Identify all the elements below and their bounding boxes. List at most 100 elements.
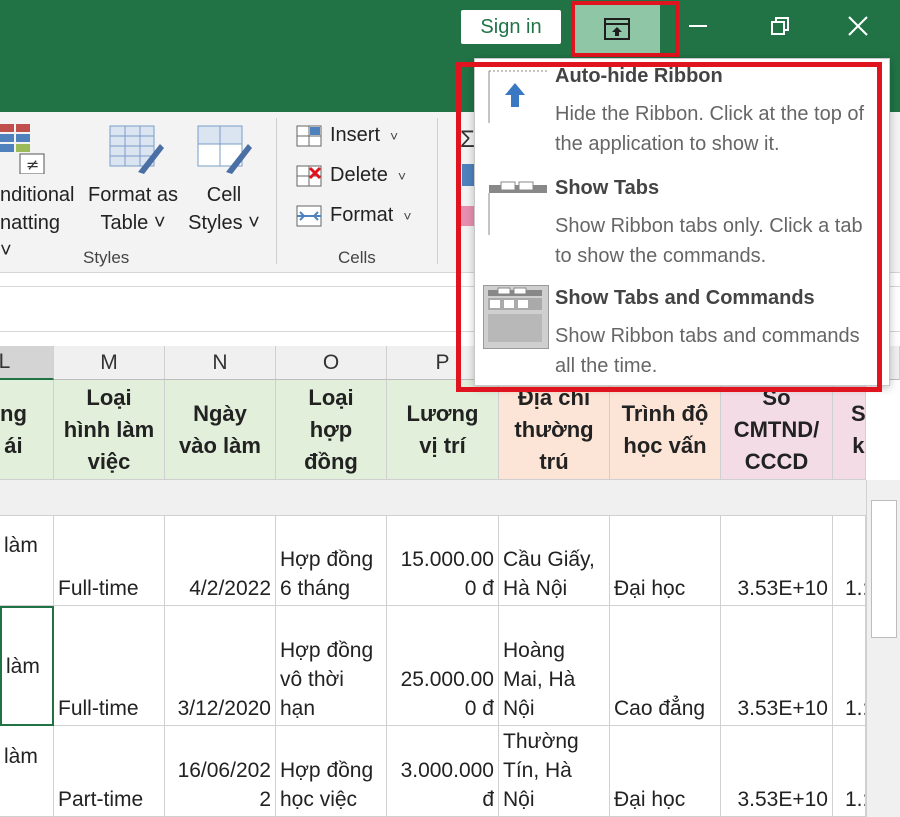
header-cell-Q[interactable]: Địa chỉ thường trú <box>499 380 610 480</box>
vertical-scrollbar[interactable] <box>866 480 900 817</box>
cell-text: Tín, Hà <box>503 759 572 782</box>
cell-styles-line2: Styles ˅ <box>188 212 260 234</box>
format-as-table-line2: Table ˅ <box>100 212 166 234</box>
cell-M3[interactable]: Part-time <box>54 726 165 817</box>
format-as-table-button[interactable]: Format as Table ˅ <box>82 181 184 237</box>
header-cell-O[interactable]: Loại hợp đồng <box>276 380 387 480</box>
cell-Q1[interactable]: Cầu Giấy, Hà Nội <box>499 516 610 606</box>
format-label: Format <box>330 204 394 226</box>
restore-icon <box>771 17 789 35</box>
column-header-N[interactable]: N <box>165 346 276 380</box>
cell-T2[interactable]: 1.: <box>833 606 866 726</box>
cell-O2[interactable]: Hợp đồng vô thời hạn <box>276 606 387 726</box>
cell-T1[interactable]: 1.: <box>833 516 866 606</box>
chevron-down-icon: ˅ <box>390 127 399 144</box>
cell-R1[interactable]: Đại học <box>610 516 721 606</box>
cell-P2[interactable]: 25.000.00 0 đ <box>387 606 499 726</box>
cell-text: 0 đ <box>464 697 494 720</box>
chevron-down-icon: ˅ <box>403 207 412 224</box>
column-letter: O <box>322 350 340 374</box>
cell-text: 6 tháng <box>280 577 351 600</box>
header-cell-M[interactable]: Loại hình làm việc <box>54 380 165 480</box>
minimize-icon <box>689 25 707 27</box>
styles-group-label: Styles <box>83 248 130 267</box>
cell-text: làm <box>4 744 38 768</box>
header-cell-S[interactable]: Số CMTND/CCCD <box>721 380 833 480</box>
column-letter: P <box>435 350 450 374</box>
cell-text: 0 đ <box>464 577 494 600</box>
cell-text: 4/2/2022 <box>189 577 271 600</box>
header-text: học vấn <box>623 432 707 458</box>
cell-O3[interactable]: Hợp đồng học việc <box>276 726 387 817</box>
cell-P3[interactable]: 3.000.000 đ <box>387 726 499 817</box>
header-text: Ngày <box>193 400 247 426</box>
cell-S2[interactable]: 3.53E+10 <box>721 606 833 726</box>
column-header-L[interactable]: L <box>0 346 54 380</box>
cell-text: Cầu Giấy, <box>503 548 595 571</box>
cell-text: Full-time <box>58 577 139 600</box>
cell-text: Hợp đồng <box>280 548 374 571</box>
close-button[interactable] <box>838 8 878 44</box>
header-text: CMTND/ <box>733 416 820 442</box>
format-as-table-icon <box>108 124 164 176</box>
cell-N2[interactable]: 3/12/2020 <box>165 606 276 726</box>
minimize-button[interactable] <box>678 8 718 44</box>
cell-S3[interactable]: 3.53E+10 <box>721 726 833 817</box>
cell-text: 25.000.00 <box>400 668 494 691</box>
cell-P1[interactable]: 15.000.00 0 đ <box>387 516 499 606</box>
cell-L2-selected[interactable]: làm <box>0 606 54 726</box>
cell-text: Part-time <box>58 788 144 811</box>
header-cell-R[interactable]: Trình độ học vấn <box>610 380 721 480</box>
header-cell-P[interactable]: Lương vị trí <box>387 380 499 480</box>
conditional-formatting-icon: ≠ <box>0 122 46 175</box>
delete-cells-icon <box>296 165 322 187</box>
cell-R2[interactable]: Cao đẳng <box>610 606 721 726</box>
ribbon-separator <box>276 118 277 264</box>
header-cell-T[interactable]: Sk <box>833 380 866 480</box>
restore-button[interactable] <box>760 8 800 44</box>
cell-O1[interactable]: Hợp đồng 6 tháng <box>276 516 387 606</box>
column-letter: N <box>212 350 228 374</box>
chevron-down-icon: ˅ <box>397 167 406 184</box>
column-header-O[interactable]: O <box>276 346 387 380</box>
cell-Q2[interactable]: Hoàng Mai, Hà Nội <box>499 606 610 726</box>
insert-cells-icon <box>296 125 322 147</box>
cell-N1[interactable]: 4/2/2022 <box>165 516 276 606</box>
cell-Q3[interactable]: Thường Tín, Hà Nội <box>499 726 610 817</box>
scrollbar-thumb[interactable] <box>871 500 897 638</box>
cell-S1[interactable]: 3.53E+10 <box>721 516 833 606</box>
format-as-table-line1: Format as <box>87 184 179 206</box>
svg-text:≠: ≠ <box>26 155 39 174</box>
header-cell-N[interactable]: Ngày vào làm <box>165 380 276 480</box>
cell-L1[interactable]: làm <box>0 516 54 606</box>
column-header-M[interactable]: M <box>54 346 165 380</box>
cell-R3[interactable]: Đại học <box>610 726 721 817</box>
cell-text: làm <box>4 534 38 557</box>
conditional-formatting-button[interactable]: nditional natting ˅ <box>0 181 75 265</box>
insert-button[interactable]: Insert ˅ <box>296 124 398 147</box>
cell-styles-icon <box>196 124 254 176</box>
cell-T3[interactable]: 1.: <box>833 726 866 817</box>
delete-button[interactable]: Delete ˅ <box>296 164 406 187</box>
cell-N3[interactable]: 16/06/202 2 <box>165 726 276 817</box>
header-cell-L[interactable]: ng ái <box>0 380 54 480</box>
empty-row[interactable] <box>0 480 866 516</box>
cell-L3[interactable]: làm <box>0 726 54 817</box>
cell-text: đ <box>482 788 494 811</box>
column-letter: M <box>100 350 118 374</box>
cell-styles-button[interactable]: Cell Styles ˅ <box>182 181 266 237</box>
header-text: Loại <box>86 384 132 410</box>
cond-fmt-line2: natting ˅ <box>0 212 61 262</box>
cell-text: Nội <box>503 697 535 720</box>
cell-styles-line1: Cell <box>206 184 242 206</box>
header-text: Trình độ <box>621 400 709 426</box>
cell-text: Thường <box>503 730 579 753</box>
cell-text: 3/12/2020 <box>177 697 271 720</box>
cell-M2[interactable]: Full-time <box>54 606 165 726</box>
cell-text: Hợp đồng <box>280 639 374 662</box>
cell-M1[interactable]: Full-time <box>54 516 165 606</box>
sign-in-button[interactable]: Sign in <box>461 10 561 44</box>
insert-label: Insert <box>330 124 381 146</box>
cell-text: Đại học <box>614 788 686 811</box>
format-button[interactable]: Format ˅ <box>296 204 412 227</box>
